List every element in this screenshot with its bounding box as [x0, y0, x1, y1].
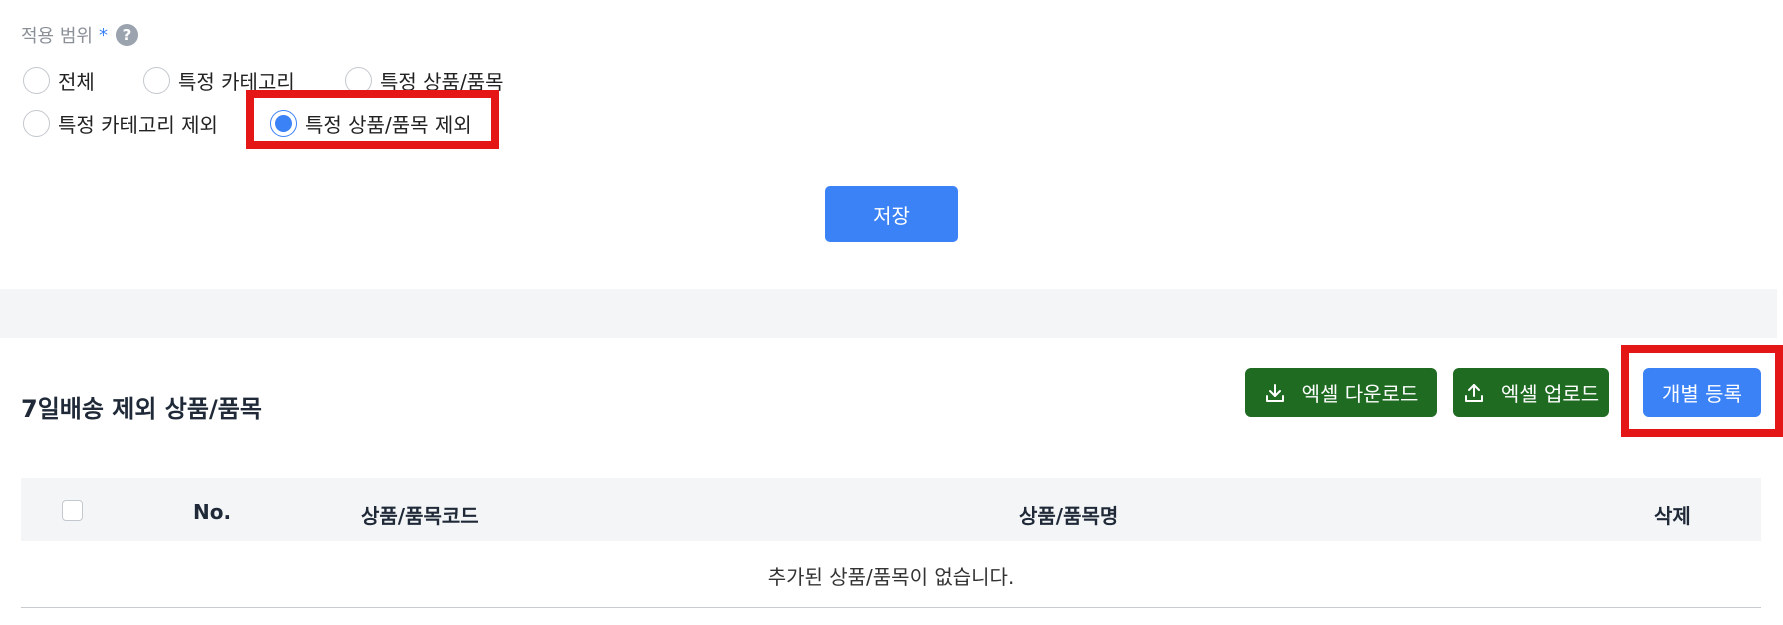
- section-divider: [0, 289, 1777, 338]
- radio-exclude-product[interactable]: 특정 상품/품목 제외: [270, 109, 472, 138]
- scope-label: 적용 범위 * ?: [21, 22, 138, 48]
- radio-circle[interactable]: [23, 67, 50, 94]
- excel-upload-button[interactable]: 엑셀 업로드: [1453, 368, 1609, 417]
- column-header-delete: 삭제: [1654, 504, 1691, 528]
- radio-label: 특정 상품/품목 제외: [305, 113, 472, 137]
- radio-label: 특정 카테고리: [178, 70, 295, 94]
- radio-specific-category[interactable]: 특정 카테고리: [143, 66, 295, 95]
- table-bottom-border: [21, 607, 1761, 608]
- column-header-name: 상품/품목명: [1019, 504, 1119, 528]
- radio-label: 전체: [58, 70, 95, 94]
- radio-label: 특정 상품/품목: [380, 70, 504, 94]
- radio-circle[interactable]: [143, 67, 170, 94]
- radio-dot: [275, 115, 292, 132]
- excel-download-button[interactable]: 엑셀 다운로드: [1245, 368, 1437, 417]
- radio-circle[interactable]: [345, 67, 372, 94]
- individual-register-button[interactable]: 개별 등록: [1643, 368, 1761, 417]
- select-all-checkbox[interactable]: [62, 500, 83, 521]
- excel-upload-label: 엑셀 업로드: [1500, 382, 1600, 406]
- column-header-no: No.: [193, 500, 232, 524]
- scope-label-text: 적용 범위: [21, 26, 93, 47]
- upload-icon: [1464, 383, 1483, 402]
- download-icon: [1265, 383, 1284, 402]
- excel-download-label: 엑셀 다운로드: [1301, 382, 1419, 406]
- column-header-code: 상품/품목코드: [361, 504, 479, 528]
- section-title: 7일배송 제외 상품/품목: [21, 395, 262, 423]
- table-header: [21, 478, 1761, 541]
- radio-label: 특정 카테고리 제외: [58, 113, 218, 137]
- help-icon[interactable]: ?: [115, 24, 138, 46]
- radio-circle-checked[interactable]: [270, 110, 297, 137]
- save-button[interactable]: 저장: [825, 186, 958, 242]
- required-mark: *: [98, 24, 108, 46]
- radio-circle[interactable]: [23, 110, 50, 137]
- radio-specific-product[interactable]: 특정 상품/품목: [345, 66, 504, 95]
- radio-exclude-category[interactable]: 특정 카테고리 제외: [23, 109, 218, 138]
- radio-all[interactable]: 전체: [23, 66, 95, 95]
- empty-table-message: 추가된 상품/품목이 없습니다.: [767, 565, 1015, 589]
